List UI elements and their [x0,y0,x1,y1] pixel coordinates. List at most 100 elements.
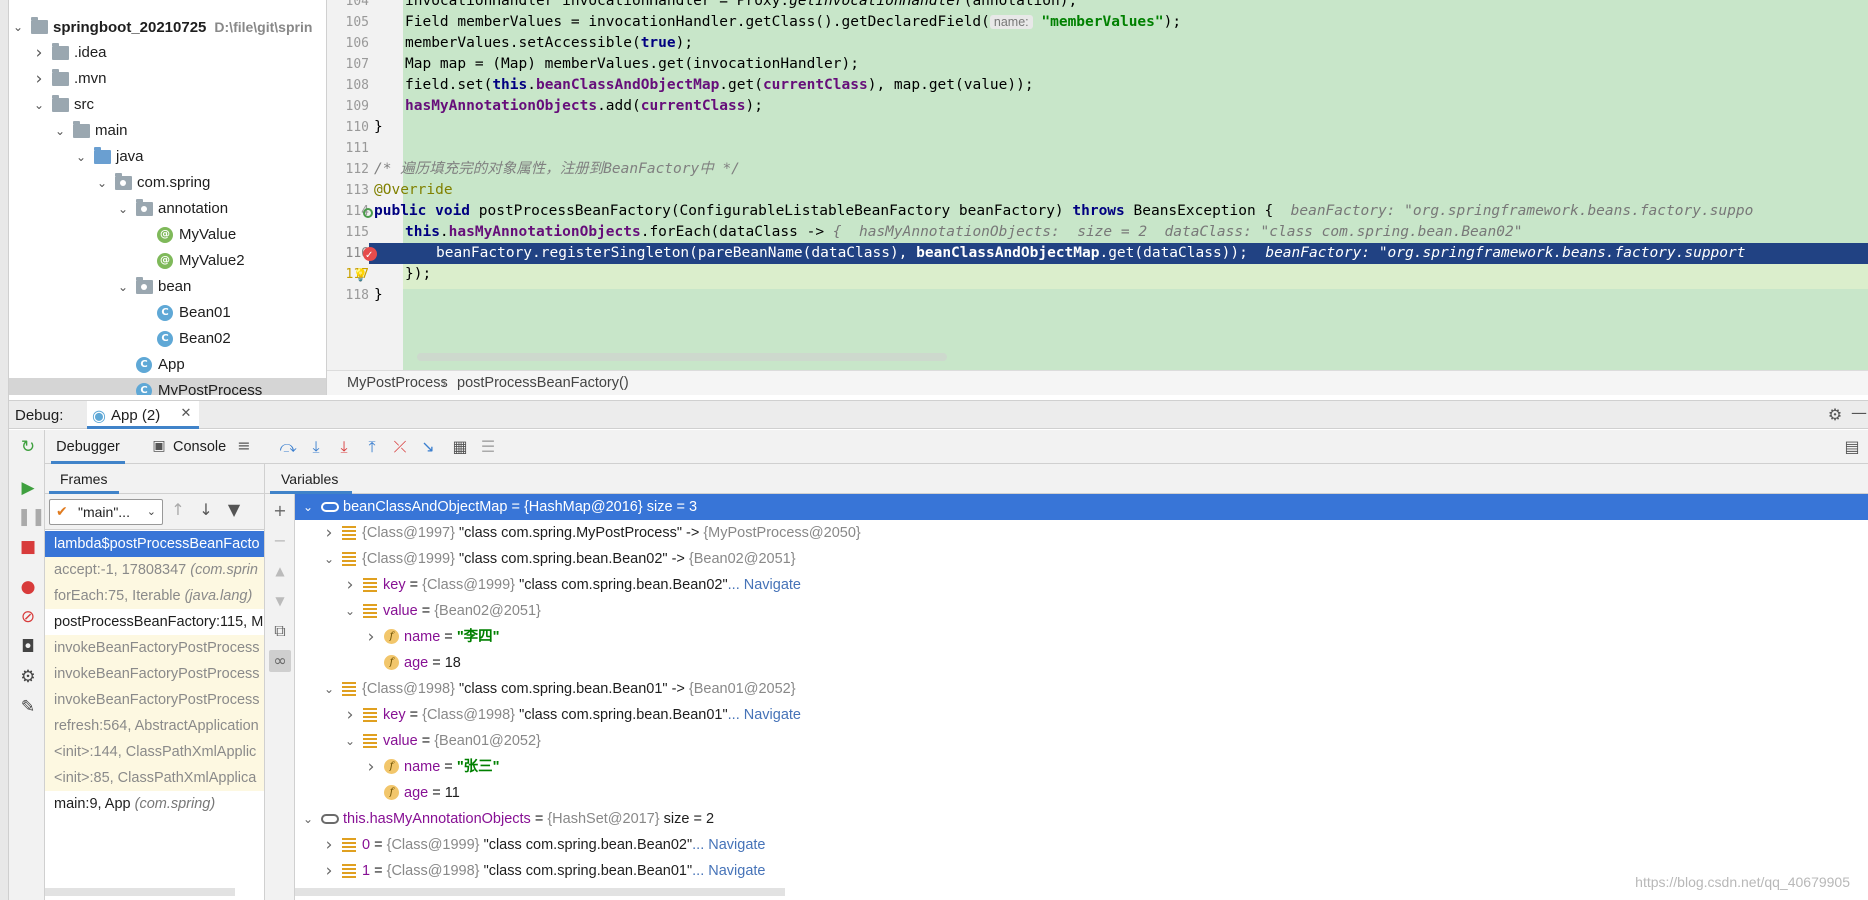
view-breakpoints-icon[interactable]: ● [17,576,39,598]
chevron-down-icon[interactable]: ⌄ [343,598,357,624]
stack-frame[interactable]: <init>:85, ClassPathXmlApplica [45,765,264,791]
chevron-right-icon[interactable]: › [32,40,46,66]
run-to-cursor-icon[interactable]: ↘ [417,436,439,458]
tree-item[interactable]: C App [9,352,326,378]
chevron-down-icon[interactable]: ⌄ [301,806,315,832]
variable-row[interactable]: › 1 = {Class@1998} "class com.spring.bean… [295,858,1868,884]
chevron-down-icon[interactable]: ⌄ [116,274,130,300]
tab-console[interactable]: Console [173,430,226,464]
stack-frame[interactable]: forEach:75, Iterable (java.lang) [45,583,264,609]
breadcrumb-class[interactable]: MyPostProcess [347,375,448,391]
tree-item[interactable]: C Bean01 [9,300,326,326]
chevron-down-icon[interactable]: ⌄ [95,170,109,196]
settings-icon[interactable]: ⚙ [17,666,39,688]
gear-icon[interactable]: ⚙ [1825,405,1845,424]
stack-frame[interactable]: refresh:564, AbstractApplication [45,713,264,739]
chevron-right-icon[interactable]: › [322,832,336,858]
variable-row[interactable]: ⌄ this.hasMyAnnotationObjects = {HashSet@… [295,806,1868,832]
mute-breakpoints-icon[interactable]: ⊘ [17,606,39,628]
menu-icon[interactable]: ≡ [235,436,253,455]
navigate-link[interactable]: ... Navigate [728,577,801,593]
resume-icon[interactable]: ▶ [17,477,39,499]
tree-item[interactable]: ⌄ annotation [9,196,326,222]
variable-row[interactable]: › {Class@1997} "class com.spring.MyPostPr… [295,520,1868,546]
chevron-down-icon[interactable]: ⌄ [11,14,25,40]
breakpoint-icon[interactable] [363,245,377,266]
lightbulb-icon[interactable]: 💡 [353,268,368,282]
tree-item[interactable]: C MyPostProcess [9,378,326,395]
pin-icon[interactable]: ✎ [17,696,39,718]
chevron-down-icon[interactable]: ⌄ [343,728,357,754]
variable-row[interactable]: ⌄ {Class@1999} "class com.spring.bean.Bea… [295,546,1868,572]
variable-row[interactable]: f age = 11 [295,780,1868,806]
chevron-down-icon[interactable]: ⌄ [116,196,130,222]
force-step-into-icon[interactable]: ⤓ [333,436,355,458]
variables-hscrollbar[interactable] [295,888,785,896]
copy-icon[interactable]: ⧉ [269,620,291,642]
chevron-down-icon[interactable]: ⌄ [53,118,67,144]
camera-icon[interactable]: ◘ [17,636,39,658]
chevron-right-icon[interactable]: › [364,624,378,650]
chevron-right-icon[interactable]: › [364,754,378,780]
editor-hscrollbar[interactable] [417,353,947,361]
down-arrow-icon[interactable]: ↓ [197,500,215,519]
variable-row[interactable]: ⌄ beanClassAndObjectMap = {HashMap@2016} … [295,494,1868,520]
evaluate-expression-icon[interactable]: ▦ [449,436,471,458]
variable-row[interactable]: › key = {Class@1999} "class com.spring.be… [295,572,1868,598]
breadcrumb-method[interactable]: postProcessBeanFactory() [457,375,629,391]
chevron-right-icon[interactable]: › [343,702,357,728]
remove-watch-icon[interactable]: − [269,530,291,552]
chevron-right-icon[interactable]: › [32,66,46,92]
stop-icon[interactable]: ■ [17,536,39,558]
up-arrow-icon[interactable]: ↑ [169,500,187,519]
step-into-icon[interactable]: ⤓ [305,436,327,458]
navigate-link[interactable]: ... Navigate [728,707,801,723]
chevron-right-icon[interactable]: › [322,520,336,546]
add-watch-icon[interactable]: + [269,500,291,522]
stack-frame[interactable]: main:9, App (com.spring) [45,791,264,817]
tree-item[interactable]: ⌄ src [9,92,326,118]
tree-item[interactable]: C Bean02 [9,326,326,352]
stack-frame[interactable]: postProcessBeanFactory:115, M [45,609,264,635]
navigate-link[interactable]: ... Navigate [692,863,765,879]
stack-frame[interactable]: invokeBeanFactoryPostProcess [45,635,264,661]
trace-icon[interactable]: ☰ [477,436,499,458]
layout-icon[interactable]: ▤ [1841,436,1863,458]
step-out-icon[interactable]: ⤒ [361,436,383,458]
minimize-icon[interactable]: — [1851,403,1867,422]
tree-item[interactable]: ⌄ main [9,118,326,144]
tree-item[interactable]: ⌄ bean [9,274,326,300]
step-over-icon[interactable]: ⤼ [277,436,299,458]
tree-item[interactable]: @ MyValue [9,222,326,248]
stack-frame[interactable]: invokeBeanFactoryPostProcess [45,661,264,687]
variable-row[interactable]: ⌄ {Class@1998} "class com.spring.bean.Bea… [295,676,1868,702]
tree-item[interactable]: @ MyValue2 [9,248,326,274]
filter-icon[interactable]: ▼ [225,500,243,519]
variable-row[interactable]: f age = 18 [295,650,1868,676]
chevron-down-icon[interactable]: ⌄ [301,494,315,520]
move-up-icon[interactable]: ▲ [269,560,291,582]
drop-frame-icon[interactable]: ⤫ [389,436,411,458]
navigate-link[interactable]: ... Navigate [692,837,765,853]
tree-item[interactable]: › .idea [9,40,326,66]
stack-frame[interactable]: lambda$postProcessBeanFacto [45,531,264,557]
chevron-down-icon[interactable]: ⌄ [322,546,336,572]
close-icon[interactable]: ✕ [179,406,193,421]
variable-row[interactable]: ⌄ value = {Bean01@2052} [295,728,1868,754]
code-editor[interactable]: 104 invocationHandler invocationHandler =… [327,0,1868,370]
variable-row[interactable]: › key = {Class@1998} "class com.spring.be… [295,702,1868,728]
tree-item[interactable]: ⌄ com.spring [9,170,326,196]
stack-frame[interactable]: <init>:144, ClassPathXmlApplic [45,739,264,765]
pause-icon[interactable]: ❚❚ [17,506,46,528]
tree-item[interactable]: ⌄ java [9,144,326,170]
move-down-icon[interactable]: ▼ [269,590,291,612]
variable-row[interactable]: › f name = "张三" [295,754,1868,780]
thread-select[interactable]: ✔ "main"... ⌄ [49,499,163,525]
stack-frame[interactable]: invokeBeanFactoryPostProcess [45,687,264,713]
variable-row[interactable]: › f name = "李四" [295,624,1868,650]
variable-row[interactable]: › 0 = {Class@1999} "class com.spring.bean… [295,832,1868,858]
tree-root[interactable]: ⌄ springboot_20210725 D:\file\git\sprin [9,14,326,40]
chevron-right-icon[interactable]: › [343,572,357,598]
chevron-down-icon[interactable]: ⌄ [322,676,336,702]
tree-item[interactable]: › .mvn [9,66,326,92]
